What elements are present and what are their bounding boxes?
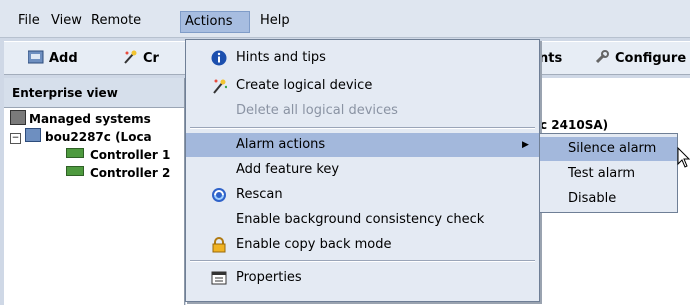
menu-item-properties[interactable]: Properties <box>186 266 539 290</box>
controller-label: c 2410SA) <box>540 118 609 132</box>
menubar: File View Remote Actions Help <box>0 0 690 38</box>
menu-item-rescan[interactable]: Rescan <box>186 183 539 207</box>
managed-systems-icon <box>10 110 26 125</box>
menu-item-hints-and-tips[interactable]: Hints and tips <box>186 46 539 70</box>
submenu-arrow-icon: ▶ <box>522 140 529 150</box>
menu-item-alarm-actions[interactable]: Alarm actions ▶ <box>186 133 539 157</box>
application-window: File View Remote Actions Help Add Cr nts… <box>0 0 690 305</box>
wrench-icon <box>594 50 610 64</box>
info-icon <box>211 50 227 66</box>
menu-item-create-logical-device[interactable]: Create logical device <box>186 74 539 98</box>
events-button[interactable]: nts <box>539 49 562 69</box>
menu-separator <box>190 260 535 262</box>
properties-icon <box>211 270 227 286</box>
menu-item-enable-background-consistency-check[interactable]: Enable background consistency check <box>186 208 539 232</box>
create-wand-icon <box>211 78 228 94</box>
menu-actions[interactable]: Actions <box>180 11 250 33</box>
enterprise-view-panel: Enterprise view Managed systems − bou2287… <box>4 78 185 305</box>
submenu-item-silence-alarm[interactable]: Silence alarm <box>540 137 677 161</box>
tree-item-managed-systems[interactable]: Managed systems <box>10 110 151 128</box>
add-device-icon <box>27 50 44 64</box>
configure-button[interactable]: Configure <box>594 49 686 69</box>
menu-file[interactable]: File <box>14 11 44 33</box>
menu-view[interactable]: View <box>47 11 86 33</box>
collapse-icon[interactable]: − <box>10 133 21 144</box>
alarm-actions-submenu: Silence alarm Test alarm Disable <box>539 133 678 213</box>
computer-icon <box>25 128 41 142</box>
controller-card-icon <box>66 166 84 176</box>
tree-item-controller-2[interactable]: Controller 2 <box>66 164 170 182</box>
tree-item-device[interactable]: − bou2287c (Loca <box>10 128 152 146</box>
menu-item-add-feature-key[interactable]: Add feature key <box>186 158 539 182</box>
menu-separator <box>190 127 535 129</box>
tree-item-controller-1[interactable]: Controller 1 <box>66 146 170 164</box>
create-button[interactable]: Cr <box>122 49 159 69</box>
menu-help[interactable]: Help <box>256 11 294 33</box>
lock-icon <box>211 237 227 253</box>
create-wand-icon <box>122 50 138 64</box>
submenu-item-test-alarm[interactable]: Test alarm <box>540 162 677 186</box>
controller-card-icon <box>66 148 84 158</box>
rescan-icon <box>211 187 227 203</box>
enterprise-view-header: Enterprise view <box>4 78 184 108</box>
add-button[interactable]: Add <box>27 49 78 69</box>
actions-menu: Hints and tips Create logical device Del… <box>185 39 540 302</box>
menu-remote[interactable]: Remote <box>87 11 145 33</box>
menu-item-enable-copy-back-mode[interactable]: Enable copy back mode <box>186 233 539 257</box>
mouse-pointer-icon <box>677 146 690 169</box>
submenu-item-disable[interactable]: Disable <box>540 187 677 211</box>
menu-item-delete-all-logical-devices: Delete all logical devices <box>236 103 398 118</box>
